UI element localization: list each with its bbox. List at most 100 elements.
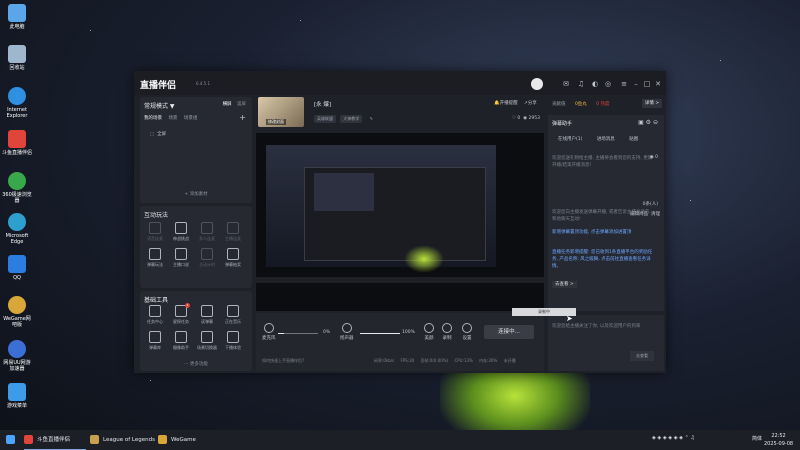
- edit-icon[interactable]: ✎: [367, 115, 376, 122]
- message-icon[interactable]: ✉: [562, 80, 570, 88]
- danmu-library-button[interactable]: 弹幕库: [144, 331, 166, 351]
- tab-portrait[interactable]: 竖屏: [237, 102, 246, 107]
- grid-label: 弹幕抽奖: [225, 262, 241, 267]
- danmu-tool-icons[interactable]: ▣ ⚙ ⊖: [638, 119, 658, 126]
- tab-scene-group[interactable]: 场景组: [184, 116, 198, 121]
- scene-tabs: 我的场景 场景 场景组: [144, 115, 202, 121]
- challenge-button[interactable]: 神战挑战: [170, 222, 192, 242]
- go-see-button[interactable]: 去查看: [630, 351, 654, 361]
- desktop-icon-edge[interactable]: Microsoft Edge: [2, 213, 32, 245]
- community-icon[interactable]: ◎: [604, 80, 612, 88]
- douyu-icon: [8, 130, 26, 148]
- tab-online-users[interactable]: 在线用户(1): [558, 137, 582, 142]
- offline-experience-button[interactable]: 下播体验: [222, 331, 244, 351]
- mic-volume-slider[interactable]: [278, 333, 318, 334]
- tab-landscape[interactable]: 横屏: [223, 102, 232, 107]
- music-button[interactable]: 正在音乐: [222, 305, 244, 325]
- mode-dropdown[interactable]: 常规模式 ▼: [144, 101, 175, 110]
- record-button[interactable]: 录制: [442, 323, 452, 341]
- maximize-icon[interactable]: □: [643, 80, 651, 88]
- danmu-play-button[interactable]: 弹幕玩法: [144, 248, 166, 268]
- desktop-icon-uu[interactable]: 网易UU网游加速器: [2, 340, 32, 372]
- desktop-icon-douyu[interactable]: 斗鱼直播伴侣: [2, 130, 32, 156]
- grid-label: 任务中心: [147, 319, 163, 324]
- ime-indicator[interactable]: 简体: [752, 435, 762, 442]
- share-label: 分享: [527, 101, 537, 106]
- beauty-button[interactable]: 美颜: [424, 323, 434, 341]
- clock[interactable]: 22:52 2025-09-08: [764, 432, 793, 448]
- clear-link[interactable]: 清理: [651, 212, 660, 217]
- taskbar-league[interactable]: League of Legends: [90, 434, 155, 446]
- cover-thumbnail[interactable]: 修改封面: [258, 97, 304, 127]
- cloud-icon: [8, 383, 26, 401]
- voice-link-button[interactable]: 语音连麦: [144, 222, 166, 242]
- category-tag[interactable]: 大神教学: [340, 115, 363, 123]
- mic-volume-value: 0%: [323, 330, 331, 335]
- tab-contribution[interactable]: 贡献值: [552, 102, 566, 107]
- category-tag[interactable]: 英雄联盟: [314, 115, 336, 123]
- desktop-icon-qq[interactable]: QQ: [2, 255, 32, 281]
- tab-my-scenes[interactable]: 我的场景: [144, 116, 162, 121]
- skin-icon[interactable]: ◐: [591, 80, 599, 88]
- desktop-icon-ie[interactable]: Internet Explorer: [2, 87, 32, 119]
- more-features-button[interactable]: ··· 更多功能: [140, 361, 252, 367]
- desktop-icon-this-pc[interactable]: 此电脑: [2, 4, 32, 30]
- desktop-icon-360[interactable]: 360极速浏览器: [2, 172, 32, 204]
- tab-fish-balls[interactable]: 0鱼丸: [575, 102, 587, 107]
- desktop-icon-label: Microsoft Edge: [5, 233, 29, 245]
- multi-link-button[interactable]: 多人连麦: [196, 222, 218, 242]
- read-danmu-button[interactable]: 读弹幕: [196, 305, 218, 325]
- share-button[interactable]: ↗分享: [524, 100, 537, 106]
- scene-switcher-button[interactable]: 场景切换器: [196, 331, 218, 351]
- desktop-icon-wegame[interactable]: WeGame网吧版: [2, 296, 32, 328]
- go-live-button[interactable]: 连接中...: [484, 325, 534, 339]
- tent-glow: [404, 245, 444, 273]
- desktop-icon-recycle-bin[interactable]: 回收站: [2, 45, 32, 71]
- anchor-speak-button[interactable]: 主播口说: [170, 248, 192, 268]
- stream-preview[interactable]: [256, 133, 544, 311]
- taskbar-wegame[interactable]: WeGame: [158, 434, 196, 446]
- source-item-fullscreen[interactable]: ⬚ 全屏: [150, 131, 166, 137]
- center-panel: 修改封面 [永 爆] 英雄联盟 大神教学 ✎ 🔔开播提醒 ↗分享 ♡ 0 ◉ 2…: [256, 97, 544, 371]
- anchor-link-button[interactable]: 主播连麦: [222, 222, 244, 242]
- camera-helper-button[interactable]: 摄像助手: [170, 331, 192, 351]
- add-source-button[interactable]: + 添加素材: [140, 191, 252, 197]
- desktop-icon-label: 网易UU网游加速器: [3, 360, 31, 372]
- timer-button[interactable]: 主动计时: [196, 248, 218, 268]
- detail-button[interactable]: 详情 >: [642, 99, 662, 108]
- go-see-link[interactable]: 去查看 >: [552, 281, 577, 288]
- dropped-frames: 丢帧:0(0.00%): [420, 358, 449, 363]
- follow-message: 欢迎您给主播关注了你, 以及欢迎用户的到来: [552, 324, 641, 329]
- tab-entry-messages[interactable]: 进场消息: [597, 137, 615, 142]
- avatar[interactable]: [531, 78, 543, 90]
- tab-stickers[interactable]: 贴图: [629, 137, 638, 142]
- tray-icons[interactable]: ◈ ◈ ◈ ◈ ◈ ◈ ⌃ ♫: [652, 435, 695, 441]
- edit-link[interactable]: 编辑尚品: [630, 212, 648, 217]
- speaker-button[interactable]: 扬声器: [340, 323, 354, 341]
- download-icon: [149, 248, 161, 260]
- interaction-title: 互动玩法: [144, 212, 169, 219]
- open-remind-label: 开播提醒: [499, 101, 518, 106]
- headset-icon[interactable]: ♫: [577, 80, 585, 88]
- scout-task-button[interactable]: 1 星探任务: [170, 303, 192, 325]
- open-remind-button[interactable]: 🔔开播提醒: [494, 100, 518, 106]
- quick-start-link[interactable]: 如何快速上手直播伴侣?: [262, 358, 304, 364]
- desktop-icon-game-menu[interactable]: 游戏菜单: [2, 383, 32, 409]
- close-icon[interactable]: ✕: [654, 80, 662, 88]
- speaker-volume-slider[interactable]: [360, 333, 400, 334]
- add-scene-icon[interactable]: +: [239, 113, 246, 122]
- settings-button[interactable]: 设置: [462, 323, 472, 341]
- task-center-button[interactable]: 任务中心: [144, 305, 166, 325]
- minimize-icon[interactable]: –: [632, 80, 640, 88]
- room-title[interactable]: [永 爆]: [314, 100, 331, 108]
- mic-button[interactable]: 麦克风: [262, 323, 276, 341]
- menu-icon[interactable]: ≡: [620, 80, 628, 88]
- start-button[interactable]: [6, 434, 19, 446]
- change-cover-label: 修改封面: [266, 119, 286, 125]
- tab-scene[interactable]: 场景: [168, 116, 177, 121]
- taskbar-douyu[interactable]: 斗鱼直播伴侣: [24, 434, 70, 446]
- danmu-lottery-button[interactable]: 弹幕抽奖: [222, 248, 244, 268]
- chat-icon: [175, 248, 187, 260]
- danmu-title: 弹幕助手: [552, 121, 573, 127]
- contribution-tabs: 贡献值 0鱼丸 0 热度: [552, 101, 618, 107]
